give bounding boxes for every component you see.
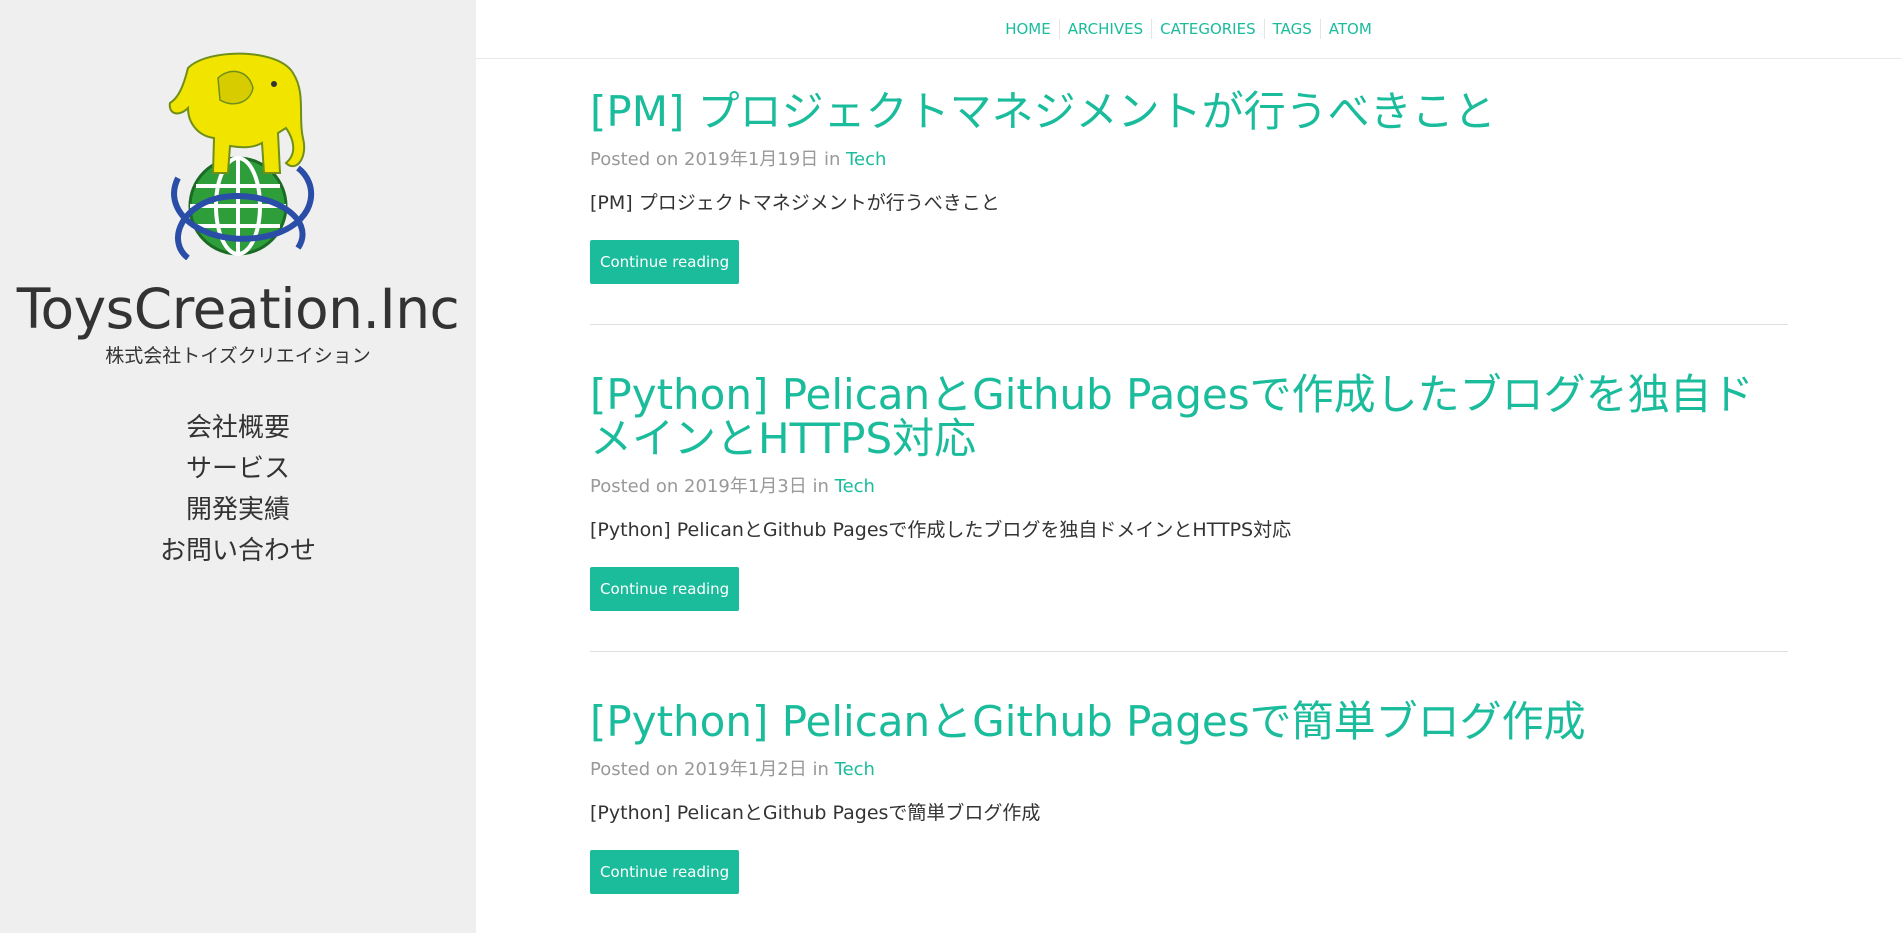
nav-archives[interactable]: ARCHIVES (1058, 19, 1151, 39)
site-subtitle: 株式会社トイズクリエイション (105, 345, 371, 367)
site-title[interactable]: ToysCreation.Inc (0, 276, 476, 342)
post-category-link[interactable]: Tech (846, 149, 886, 170)
elephant-on-globe-logo-icon[interactable] (158, 48, 318, 260)
post-date: Posted on 2019年1月19日 (590, 149, 819, 170)
nav-atom[interactable]: ATOM (1319, 19, 1380, 39)
sidebar: ToysCreation.Inc 株式会社トイズクリエイション 会社概要 サービ… (0, 0, 476, 933)
post-item: [Python] PelicanとGithub Pagesで簡単ブログ作成 Po… (590, 652, 1788, 933)
sidebar-item-contact[interactable]: お問い合わせ (0, 531, 476, 572)
sidebar-nav: 会社概要 サービス 開発実績 お問い合わせ (0, 408, 476, 572)
post-title[interactable]: [Python] PelicanとGithub Pagesで作成したブログを独自… (590, 373, 1788, 461)
continue-reading-button[interactable]: Continue reading (590, 240, 740, 284)
continue-reading-button[interactable]: Continue reading (590, 850, 740, 894)
nav-home[interactable]: HOME (997, 19, 1059, 39)
post-category-link[interactable]: Tech (835, 759, 875, 780)
post-list: [PM] プロジェクトマネジメントが行うべきこと Posted on 2019年… (590, 58, 1788, 933)
post-title[interactable]: [PM] プロジェクトマネジメントが行うべきこと (590, 90, 1788, 134)
post-item: [PM] プロジェクトマネジメントが行うべきこと Posted on 2019年… (590, 58, 1788, 325)
post-item: [Python] PelicanとGithub Pagesで作成したブログを独自… (590, 325, 1788, 652)
top-navbar: HOME ARCHIVES CATEGORIES TAGS ATOM (476, 0, 1901, 59)
post-meta: Posted on 2019年1月19日 in Tech (590, 148, 1788, 172)
post-date: Posted on 2019年1月3日 (590, 476, 807, 497)
post-summary: [Python] PelicanとGithub Pagesで簡単ブログ作成 (590, 802, 1041, 824)
top-nav: HOME ARCHIVES CATEGORIES TAGS ATOM (997, 19, 1380, 39)
post-summary: [PM] プロジェクトマネジメントが行うべきこと (590, 192, 1000, 214)
sidebar-item-works[interactable]: 開発実績 (0, 490, 476, 531)
page: ToysCreation.Inc 株式会社トイズクリエイション 会社概要 サービ… (0, 0, 1901, 933)
post-meta: Posted on 2019年1月2日 in Tech (590, 758, 1788, 782)
post-date: Posted on 2019年1月2日 (590, 759, 807, 780)
post-meta: Posted on 2019年1月3日 in Tech (590, 475, 1788, 499)
nav-tags[interactable]: TAGS (1263, 19, 1320, 39)
main-content: HOME ARCHIVES CATEGORIES TAGS ATOM [PM] … (476, 0, 1901, 933)
sidebar-item-company[interactable]: 会社概要 (0, 408, 476, 449)
continue-reading-button[interactable]: Continue reading (590, 567, 740, 611)
nav-categories[interactable]: CATEGORIES (1151, 19, 1264, 39)
post-in-label: in (812, 476, 829, 497)
post-in-label: in (812, 759, 829, 780)
post-in-label: in (823, 149, 841, 170)
post-category-link[interactable]: Tech (835, 476, 875, 497)
sidebar-item-services[interactable]: サービス (0, 449, 476, 490)
post-title[interactable]: [Python] PelicanとGithub Pagesで簡単ブログ作成 (590, 700, 1788, 744)
post-summary: [Python] PelicanとGithub Pagesで作成したブログを独自… (590, 519, 1292, 541)
